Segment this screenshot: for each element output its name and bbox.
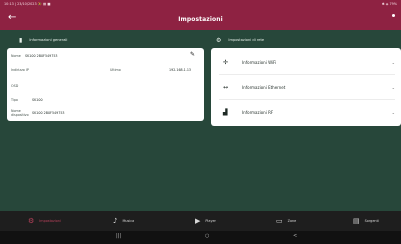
section-network-settings-title: Impostazioni di rete [228, 38, 265, 42]
sources-icon: ▤ [353, 217, 360, 225]
section-network-settings: ⚙ Impostazioni di rete [216, 34, 396, 46]
wifi-info-label: Informazioni WiFi [242, 59, 277, 65]
home-button[interactable]: ○ [205, 233, 209, 239]
mode-label: OSD [11, 84, 19, 88]
type-label: Tipo [11, 98, 18, 102]
wifi-icon: ✢ [223, 58, 229, 66]
back-button[interactable]: < [293, 233, 297, 239]
system-navigation-bar: ||| ○ < [0, 231, 401, 244]
recents-button[interactable]: ||| [116, 233, 121, 239]
type-value: SK100 [32, 98, 43, 102]
ethernet-info-item[interactable]: ↔ Informazioni Ethernet ⌄ [211, 75, 401, 99]
chevron-down-icon: ⌄ [391, 84, 395, 90]
name-label: Nome [11, 54, 21, 58]
edit-icon[interactable]: ✎ [190, 51, 195, 58]
last-label: Ultimo [110, 68, 121, 72]
network-settings-card: ✢ Informazioni WiFi ⌄ ↔ Informazioni Eth… [211, 48, 401, 126]
app-bar: ← Impostazioni [0, 8, 401, 30]
phone-icon: ▮ [19, 36, 23, 44]
zones-icon: ▭ [276, 217, 283, 225]
ip-value: 192.168.1.13 [169, 68, 192, 72]
menu-dot-icon[interactable] [392, 14, 395, 17]
nav-zones[interactable]: ▭ Zone [276, 217, 296, 225]
rf-info-item[interactable]: ▟ Informazioni RF ⌄ [211, 100, 401, 124]
nav-player[interactable]: ▶ Player [195, 217, 216, 225]
rf-info-label: Informazioni RF [242, 109, 274, 115]
play-icon: ▶ [195, 217, 201, 225]
device-label: Nome dispositivo [11, 109, 29, 117]
section-general-info-title: Informazioni generali [29, 38, 68, 42]
back-arrow-icon[interactable]: ← [8, 11, 16, 25]
nav-zones-label: Zone [287, 219, 297, 223]
ethernet-icon: ↔ [223, 83, 229, 91]
general-info-card: Nome SK100 2B0F549753 ✎ Indirizzo IP Ult… [7, 48, 204, 121]
status-left: 10:13 | 23/10/2023 🔕 ▦ ■ [4, 2, 51, 6]
section-general-info: ▮ Informazioni generali [19, 34, 189, 46]
ip-label: Indirizzo IP [11, 68, 29, 72]
signal-icon: ▟ [223, 108, 228, 116]
chevron-down-icon: ⌄ [391, 109, 395, 115]
chevron-down-icon: ⌄ [391, 59, 395, 65]
status-bar: 10:13 | 23/10/2023 🔕 ▦ ■ ✱ ◈ 79% [0, 0, 401, 8]
wifi-info-item[interactable]: ✢ Informazioni WiFi ⌄ [211, 50, 401, 74]
nav-music-label: Musica [122, 219, 135, 223]
settings-icon: ⚙ [28, 217, 35, 225]
nav-sources-label: Sorgenti [364, 219, 379, 223]
nav-settings-label: Impostazioni [39, 219, 61, 223]
nav-settings[interactable]: ⚙ Impostazioni [28, 217, 61, 225]
nav-music[interactable]: ♪ Musica [113, 217, 134, 225]
ethernet-info-label: Informazioni Ethernet [242, 84, 286, 90]
device-value: SK100 2B0F549753 [32, 111, 65, 115]
nav-sources[interactable]: ▤ Sorgenti [353, 217, 379, 225]
gear-icon: ⚙ [216, 36, 222, 44]
page-title: Impostazioni [178, 15, 223, 23]
name-value: SK100 2B0F549753 [25, 54, 58, 58]
music-icon: ♪ [113, 217, 118, 225]
nav-player-label: Player [205, 219, 216, 223]
bottom-navigation: ⚙ Impostazioni ♪ Musica ▶ Player ▭ Zone … [0, 211, 401, 231]
status-right: ✱ ◈ 79% [381, 2, 397, 6]
